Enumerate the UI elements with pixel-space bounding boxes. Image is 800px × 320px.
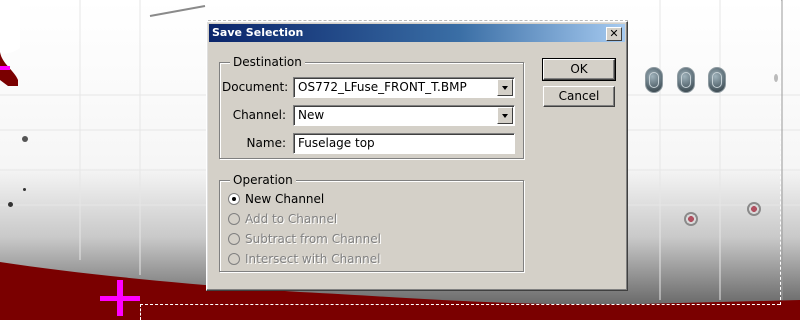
radio-add-to-channel-label: Add to Channel [245,212,338,226]
channel-value: New [298,108,325,122]
chevron-down-icon[interactable] [497,79,513,96]
fuselage-window [677,67,695,93]
radio-button [228,233,240,245]
name-value: Fuselage top [298,136,375,150]
name-label: Name: [246,136,286,150]
fuselage-window [708,67,726,93]
radio-intersect-with-channel-label: Intersect with Channel [245,252,381,266]
channel-label: Channel: [232,108,286,122]
radio-button [228,213,240,225]
selection-marquee-left [140,304,141,320]
fuselage-window [645,67,663,93]
chevron-down-icon[interactable] [497,107,513,124]
selection-marquee-right [780,0,781,305]
destination-group: Destination Document: OS772_LFuse_FRONT_… [219,55,524,159]
radio-subtract-from-channel-label: Subtract from Channel [245,232,381,246]
crosshair-marker-vertical [117,280,123,316]
document-label: Document: [222,80,289,94]
channel-dropdown[interactable]: New [293,105,515,126]
save-selection-dialog: Save Selection ✕ Destination Document: O… [206,21,628,291]
rivet-dot [23,188,26,191]
dialog-title-bar[interactable]: Save Selection ✕ [209,24,625,42]
cancel-button[interactable]: Cancel [543,86,615,107]
left-edge-marker [0,66,10,70]
radio-button-selected[interactable] [228,193,240,205]
rivet-dot [8,202,13,207]
fuselage-port [684,212,698,226]
radio-button [228,253,240,265]
destination-legend: Destination [230,55,305,69]
document-value: OS772_LFuse_FRONT_T.BMP [298,80,467,94]
close-icon: ✕ [609,27,619,40]
rivet-dot [22,136,28,142]
operation-legend: Operation [230,173,296,187]
name-input[interactable]: Fuselage top [293,133,515,154]
rivet-dot [774,74,778,82]
document-dropdown[interactable]: OS772_LFuse_FRONT_T.BMP [293,77,515,98]
selection-marquee-bottom [140,304,780,305]
close-button[interactable]: ✕ [606,27,622,41]
ok-button[interactable]: OK [542,58,616,81]
radio-new-channel-label: New Channel [245,192,325,206]
dialog-title: Save Selection [212,26,304,39]
fuselage-port [747,202,761,216]
operation-group: Operation New Channel Add to Channel Sub… [219,173,524,272]
